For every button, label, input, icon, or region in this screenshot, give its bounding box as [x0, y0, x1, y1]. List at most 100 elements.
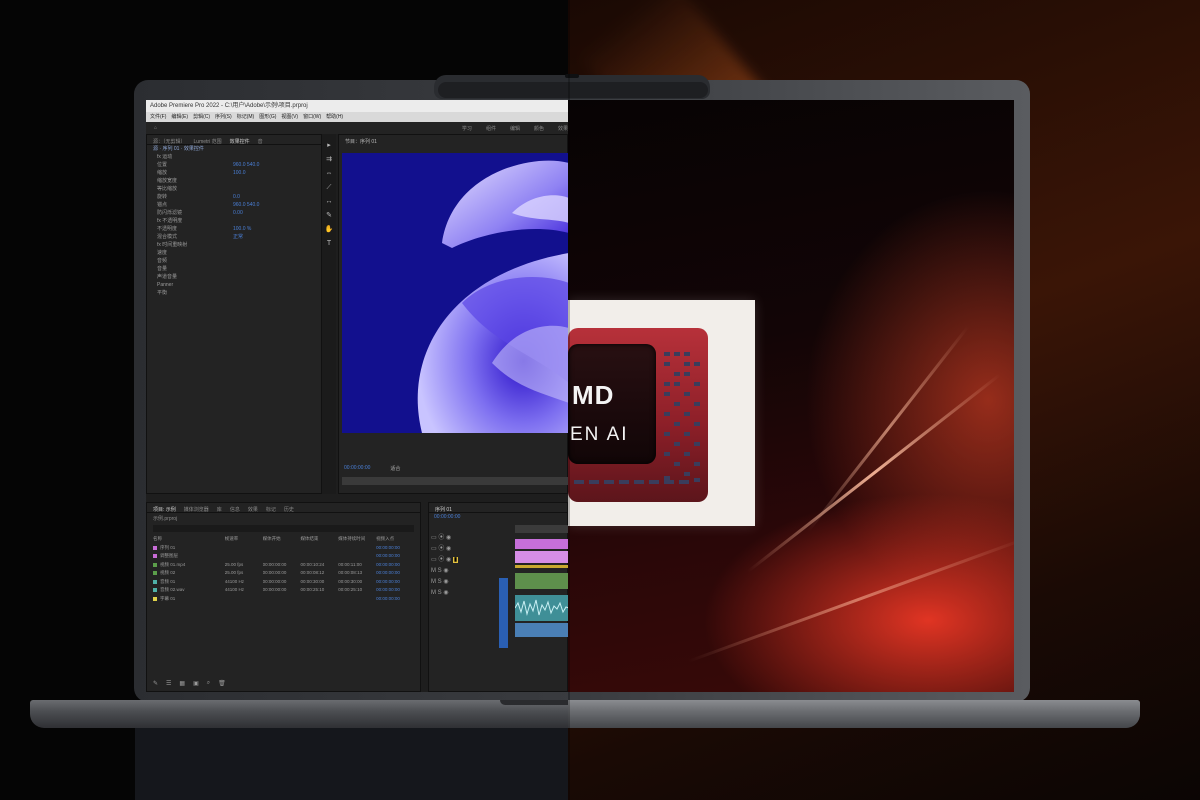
search-icon[interactable]: ⌕ — [207, 680, 210, 687]
menu-window[interactable]: 窗口(W) — [303, 112, 321, 122]
menu-help[interactable]: 帮助(H) — [326, 112, 343, 122]
effect-value[interactable]: 100.0 % — [233, 225, 251, 233]
col-frame-rate[interactable]: 帧速率 — [225, 535, 263, 544]
menu-edit[interactable]: 编辑(E) — [171, 112, 188, 122]
tab-media-browser[interactable]: 媒体浏览器 — [184, 506, 209, 512]
table-row[interactable]: 字幕 01 00:00:00:00 — [153, 595, 414, 604]
effect-value[interactable]: 100.0 — [233, 169, 246, 177]
timeline-timecode[interactable]: 00:00:00:00 — [429, 513, 567, 521]
effect-value[interactable]: 0.0 — [233, 193, 240, 201]
effect-row[interactable]: 音量 — [147, 265, 321, 273]
label-color-swatch[interactable] — [153, 571, 157, 576]
clip-caption[interactable] — [515, 565, 568, 568]
col-media-duration[interactable]: 媒体持续时间 — [338, 535, 376, 544]
ripple-edit-icon[interactable]: ⇔ — [326, 170, 333, 178]
label-color-swatch[interactable] — [153, 554, 157, 559]
effect-row[interactable]: 锚点 960.0 540.0 — [147, 201, 321, 209]
effect-value[interactable]: 正常 — [233, 233, 243, 241]
workspace-learn[interactable]: 学习 — [462, 125, 472, 132]
audio-track-selector[interactable] — [499, 578, 508, 648]
track-v1[interactable]: ▭ ⦿ ◉ ▮ — [431, 555, 511, 566]
tab-info[interactable]: 信息 — [230, 506, 240, 512]
effect-row[interactable]: 混合模式 正常 — [147, 233, 321, 241]
label-color-swatch[interactable] — [153, 562, 157, 567]
workspace-assembly[interactable]: 组件 — [486, 125, 496, 132]
menu-sequence[interactable]: 序列(S) — [215, 112, 232, 122]
effect-row[interactable]: fx 时间重映射 — [147, 241, 321, 249]
track-v3[interactable]: ▭ ⦿ ◉ — [431, 533, 511, 544]
table-row[interactable]: 视频 02 25.00 fps 00:00:00:00 00:00:08:12 00:0… — [153, 569, 414, 578]
hand-tool-icon[interactable]: ✋ — [325, 226, 334, 234]
type-tool-icon[interactable]: T — [327, 240, 331, 248]
clip-video-01[interactable] — [515, 573, 568, 589]
tab-sequence-01[interactable]: 序列 01 — [435, 506, 452, 512]
table-row[interactable]: 音频 01 44100 Hz 00:00:00:00 00:00:30:00 00:00… — [153, 578, 414, 587]
clip-adjustment-layer[interactable] — [515, 539, 568, 549]
trash-icon[interactable]: 🗑 — [218, 680, 226, 687]
col-media-start[interactable]: 媒体开始 — [263, 535, 301, 544]
slip-tool-icon[interactable]: ↔ — [326, 198, 333, 206]
effect-row[interactable]: 等比缩放 — [147, 185, 321, 193]
effect-row[interactable]: 防闪烁滤镜 0.00 — [147, 209, 321, 217]
home-icon[interactable]: ⌂ — [154, 125, 157, 131]
video-preview[interactable] — [342, 153, 568, 433]
tab-history[interactable]: 历史 — [284, 506, 294, 512]
selection-tool-icon[interactable]: ▸ — [327, 142, 331, 150]
workspace-editing[interactable]: 编辑 — [510, 125, 520, 132]
menu-marker[interactable]: 标记(M) — [237, 112, 255, 122]
menu-file[interactable]: 文件(F) — [150, 112, 166, 122]
col-name[interactable]: 名称 — [153, 535, 225, 544]
menu-view[interactable]: 视图(V) — [281, 112, 298, 122]
effect-row[interactable]: 位置 960.0 540.0 — [147, 161, 321, 169]
icon-view-icon[interactable]: ▦ — [179, 680, 185, 687]
effect-row[interactable]: fx 不透明度 — [147, 217, 321, 225]
label-color-swatch[interactable] — [153, 579, 157, 584]
label-color-swatch[interactable] — [153, 545, 157, 550]
tab-source[interactable]: 源：（无剪辑） — [153, 138, 186, 144]
tab-audio[interactable]: 音 — [258, 138, 263, 144]
project-search-input[interactable] — [153, 525, 414, 532]
tab-project[interactable]: 项目: 示例 — [153, 506, 176, 512]
new-item-icon[interactable]: ▣ — [193, 680, 199, 687]
table-row[interactable]: 音频 02.wav 44100 Hz 00:00:00:00 00:00:25:10 0… — [153, 586, 414, 595]
clip-audio-02[interactable] — [515, 623, 568, 637]
menu-graphics[interactable]: 图形(G) — [259, 112, 276, 122]
program-scrubber[interactable] — [342, 477, 568, 485]
timeline-ruler[interactable] — [515, 525, 568, 533]
track-a1[interactable]: M S ◉ — [431, 566, 511, 577]
effect-row[interactable]: 音频 — [147, 257, 321, 265]
effect-value[interactable]: 960.0 540.0 — [233, 201, 259, 209]
pencil-icon[interactable]: ✎ — [153, 680, 158, 687]
effect-row[interactable]: 旋转 0.0 — [147, 193, 321, 201]
workspace-color[interactable]: 颜色 — [534, 125, 544, 132]
track-select-icon[interactable]: ⇉ — [326, 156, 332, 164]
col-media-end[interactable]: 媒体结束 — [300, 535, 338, 544]
col-video-in[interactable]: 视频入点 — [376, 535, 414, 544]
effect-row[interactable]: 声道音量 — [147, 273, 321, 281]
tab-effects[interactable]: 效果 — [248, 506, 258, 512]
effect-row[interactable]: Panner — [147, 281, 321, 289]
table-row[interactable]: 序列 01 00:00:00:00 — [153, 544, 414, 553]
clip-audio-01[interactable] — [514, 595, 568, 621]
tab-markers[interactable]: 标记 — [266, 506, 276, 512]
table-row[interactable]: 调整图层 00:00:00:00 — [153, 552, 414, 561]
list-view-icon[interactable]: ☰ — [166, 680, 171, 687]
workspace-effects[interactable]: 效果 — [558, 125, 568, 132]
effect-value[interactable]: 0.00 — [233, 209, 243, 217]
program-timecode[interactable]: 00:00:00:00 — [344, 465, 370, 472]
effect-row[interactable]: 不透明度 100.0 % — [147, 225, 321, 233]
effect-row[interactable]: 速度 — [147, 249, 321, 257]
tab-libraries[interactable]: 库 — [217, 506, 222, 512]
clip-sequence[interactable] — [515, 551, 568, 563]
label-color-swatch[interactable] — [153, 596, 157, 601]
program-monitor-tab[interactable]: 节目：序列 01 — [339, 135, 567, 147]
effect-row[interactable]: 缩放宽度 — [147, 177, 321, 185]
pen-tool-icon[interactable]: ✎ — [326, 212, 332, 220]
track-v2[interactable]: ▭ ⦿ ◉ — [431, 544, 511, 555]
effect-row[interactable]: fx 运动 — [147, 153, 321, 161]
razor-tool-icon[interactable]: ⟋ — [327, 184, 332, 192]
tab-lumetri-scopes[interactable]: Lumetri 范围 — [194, 138, 222, 144]
effect-row[interactable]: 平衡 — [147, 289, 321, 297]
effect-value[interactable]: 960.0 540.0 — [233, 161, 259, 169]
fit-dropdown[interactable]: 适合 — [390, 465, 400, 472]
